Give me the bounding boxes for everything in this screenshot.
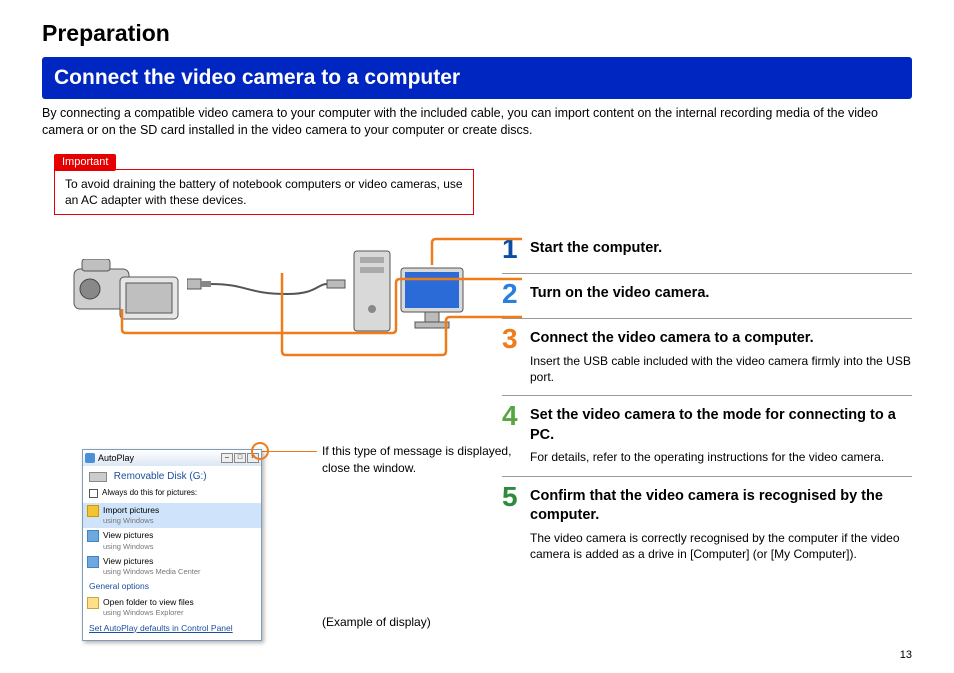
- autoplay-title: AutoPlay: [98, 452, 134, 464]
- minimize-icon: –: [221, 453, 233, 463]
- steps-list: 1 Start the computer. 2 Turn on the vide…: [502, 229, 912, 641]
- autoplay-item: Import pictures using Windows: [83, 503, 261, 529]
- important-tag: Important: [54, 154, 116, 171]
- autoplay-window: AutoPlay – □ × Removable Disk (G:) Alway…: [82, 449, 262, 641]
- connection-diagram: [52, 239, 502, 359]
- callout-line: [262, 451, 317, 452]
- step-1: 1 Start the computer.: [502, 229, 912, 274]
- maximize-icon: □: [234, 453, 246, 463]
- autoplay-item: Open folder to view files using Windows …: [83, 595, 261, 621]
- step-desc: For details, refer to the operating inst…: [530, 449, 912, 465]
- autoplay-icon: [85, 453, 95, 463]
- step-title: Turn on the video camera.: [530, 284, 912, 304]
- wire-to-step1: [402, 237, 522, 267]
- autoplay-device: Removable Disk (G:): [83, 466, 261, 488]
- page-number: 13: [900, 648, 912, 663]
- important-note: Important To avoid draining the battery …: [54, 151, 912, 215]
- section-header: Connect the video camera to a computer: [42, 57, 912, 99]
- step-title: Start the computer.: [530, 239, 912, 259]
- checkbox-icon: [89, 489, 98, 498]
- step-title: Connect the video camera to a computer.: [530, 329, 912, 349]
- autoplay-always: Always do this for pictures:: [83, 488, 261, 503]
- step-5: 5 Confirm that the video camera is recog…: [502, 477, 912, 573]
- step-4: 4 Set the video camera to the mode for c…: [502, 396, 912, 476]
- autoplay-titlebar: AutoPlay – □ ×: [83, 450, 261, 466]
- page-title: Preparation: [42, 18, 912, 49]
- step-3: 3 Connect the video camera to a computer…: [502, 319, 912, 396]
- autoplay-item: View pictures using Windows: [83, 528, 261, 554]
- step-number: 5: [502, 483, 530, 563]
- important-text: To avoid draining the battery of noteboo…: [54, 169, 474, 215]
- autoplay-example: If this type of message is displayed, cl…: [82, 449, 502, 641]
- autoplay-defaults-link: Set AutoPlay defaults in Control Panel: [83, 621, 261, 640]
- left-column: If this type of message is displayed, cl…: [42, 229, 502, 641]
- media-center-icon: [87, 556, 99, 568]
- callout-text: If this type of message is displayed, cl…: [322, 443, 522, 475]
- autoplay-general-section: General options: [83, 579, 261, 594]
- wire-to-step3: [242, 269, 522, 359]
- autoplay-item: View pictures using Windows Media Center: [83, 554, 261, 580]
- step-desc: The video camera is correctly recognised…: [530, 530, 912, 562]
- drive-icon: [89, 472, 107, 482]
- import-pictures-icon: [87, 505, 99, 517]
- folder-icon: [87, 597, 99, 609]
- step-2: 2 Turn on the video camera.: [502, 274, 912, 319]
- close-highlight-circle: [251, 442, 269, 460]
- example-label: (Example of display): [322, 614, 431, 630]
- intro-text: By connecting a compatible video camera …: [42, 105, 912, 139]
- step-title: Set the video camera to the mode for con…: [530, 406, 912, 445]
- step-title: Confirm that the video camera is recogni…: [530, 487, 912, 526]
- step-desc: Insert the USB cable included with the v…: [530, 353, 912, 385]
- view-pictures-icon: [87, 530, 99, 542]
